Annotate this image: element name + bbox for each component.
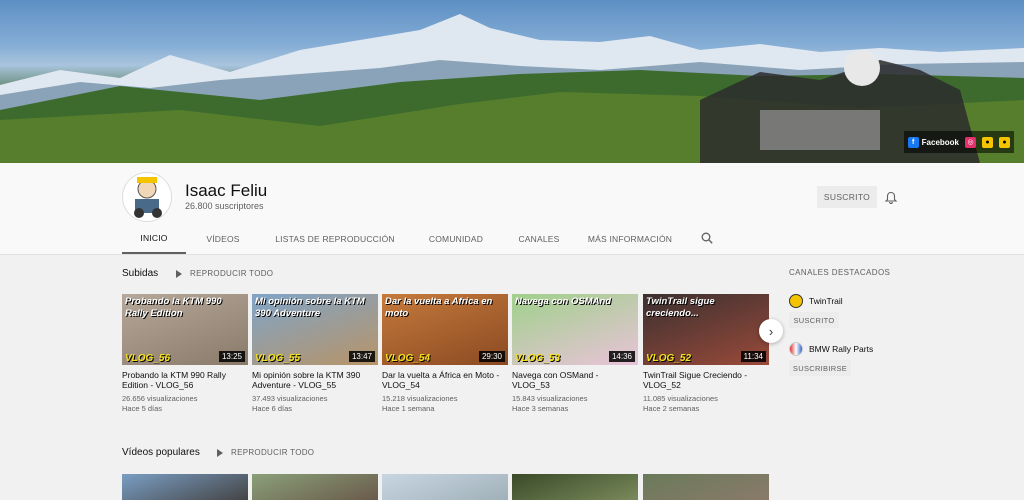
video-meta: 26.656 visualizaciones Hace 5 días — [122, 394, 248, 414]
uploads-shelf-title: Subidas — [122, 268, 159, 279]
chevron-right-icon: › — [768, 323, 774, 339]
play-icon — [176, 269, 182, 278]
thumbnail-vlog-label: VLOG_52 — [646, 353, 692, 364]
video-card[interactable]: Probando la KTM 990 Rally Edition VLOG_56… — [122, 294, 248, 414]
video-age: Hace 1 semana — [382, 404, 435, 413]
video-duration: 11:34 — [740, 351, 766, 362]
next-arrow-button[interactable]: › — [759, 319, 783, 343]
video-views: 11.085 visualizaciones — [643, 394, 718, 403]
featured-channel-name: BMW Rally Parts — [809, 344, 874, 354]
channel-tabs: INICIO VÍDEOS LISTAS DE REPRODUCCIÓN COM… — [122, 223, 678, 254]
bmw-rally-parts-subscribe-button[interactable]: SUSCRIBIRSE — [789, 360, 851, 376]
thumbnail-caption: Mi opinión sobre la KTM 390 Adventure — [255, 296, 365, 319]
popular-video-thumbnail[interactable] — [643, 474, 769, 500]
facebook-label: Facebook — [921, 137, 959, 147]
video-duration: 29:30 — [478, 351, 505, 362]
thumbnail-caption: Dar la vuelta a Africa en moto — [385, 296, 493, 319]
video-age: Hace 6 días — [252, 404, 293, 413]
thumbnail-caption: Probando la KTM 990 Rally Edition — [125, 296, 222, 319]
video-title[interactable]: Navega con OSMand - VLOG_53 — [512, 370, 638, 390]
channel-banner: f Facebook ◎ ● ● — [0, 0, 1024, 163]
tab-videos[interactable]: VÍDEOS — [189, 223, 257, 254]
popular-video-thumbnail[interactable] — [382, 474, 508, 500]
play-all-label: REPRODUCIR TODO — [190, 269, 274, 278]
video-thumbnail[interactable]: Probando la KTM 990 Rally Edition VLOG_56… — [122, 294, 248, 365]
popular-shelf-title: Vídeos populares — [122, 447, 200, 458]
video-thumbnail[interactable]: TwinTrail sigue creciendo... VLOG_52 11:34 — [643, 294, 769, 365]
avatar[interactable] — [122, 172, 172, 222]
facebook-icon: f — [907, 136, 919, 148]
tab-about[interactable]: MÁS INFORMACIÓN — [582, 223, 678, 254]
video-title[interactable]: Mi opinión sobre la KTM 390 Adventure - … — [252, 370, 378, 390]
social-links: f Facebook ◎ ● ● — [903, 131, 1014, 153]
video-card[interactable]: Mi opinión sobre la KTM 390 Adventure VLO… — [252, 294, 378, 414]
video-age: Hace 3 semanas — [512, 404, 569, 413]
instagram-icon[interactable]: ◎ — [965, 136, 976, 148]
channel-name: Isaac Feliu — [185, 181, 268, 200]
video-duration: 13:47 — [348, 351, 375, 362]
thumbnail-vlog-label: VLOG_55 — [255, 353, 301, 364]
video-meta: 37.493 visualizaciones Hace 6 días — [252, 394, 378, 414]
thumbnail-vlog-label: VLOG_53 — [515, 353, 561, 364]
subscriber-count: 26.800 suscriptores — [185, 201, 264, 211]
featured-channel-bmw-rally-parts[interactable]: BMW Rally Parts — [789, 342, 873, 356]
uploads-play-all[interactable]: REPRODUCIR TODO — [176, 269, 273, 278]
channel-header: Isaac Feliu 26.800 suscriptores SUSCRITO… — [0, 163, 1024, 255]
featured-channel-twintrail[interactable]: TwinTrail — [789, 294, 843, 308]
video-duration: 14:36 — [608, 351, 635, 362]
twintrail-icon-2[interactable]: ● — [999, 136, 1010, 148]
video-meta: 15.843 visualizaciones Hace 3 semanas — [512, 394, 638, 414]
bmw-rally-parts-avatar-icon — [789, 342, 803, 356]
video-title[interactable]: TwinTrail Sigue Creciendo - VLOG_52 — [643, 370, 769, 390]
tab-playlists[interactable]: LISTAS DE REPRODUCCIÓN — [262, 223, 408, 254]
video-thumbnail[interactable]: Mi opinión sobre la KTM 390 Adventure VLO… — [252, 294, 378, 365]
tab-channels[interactable]: CANALES — [500, 223, 578, 254]
subscribed-button[interactable]: SUSCRITO — [817, 186, 877, 208]
tab-community[interactable]: COMUNIDAD — [413, 223, 499, 254]
popular-video-thumbnail[interactable] — [252, 474, 378, 500]
video-views: 37.493 visualizaciones — [252, 394, 328, 403]
play-all-label: REPRODUCIR TODO — [231, 448, 315, 457]
bell-icon[interactable] — [884, 191, 898, 205]
popular-video-thumbnail[interactable] — [512, 474, 638, 500]
video-meta: 11.085 visualizaciones Hace 2 semanas — [643, 394, 769, 414]
video-thumbnail[interactable]: Navega con OSMAnd VLOG_53 14:36 — [512, 294, 638, 365]
video-views: 15.843 visualizaciones — [512, 394, 588, 403]
video-views: 15.218 visualizaciones — [382, 394, 458, 403]
thumbnail-vlog-label: VLOG_56 — [125, 353, 171, 364]
twintrail-subscribed-button[interactable]: SUSCRITO — [789, 312, 839, 328]
facebook-link[interactable]: f Facebook — [907, 136, 959, 148]
video-duration: 13:25 — [218, 351, 245, 362]
play-icon — [217, 448, 223, 457]
popular-play-all[interactable]: REPRODUCIR TODO — [217, 448, 314, 457]
twintrail-icon[interactable]: ● — [982, 136, 993, 148]
banner-landscape — [0, 14, 1024, 163]
twintrail-avatar-icon — [789, 294, 803, 308]
video-age: Hace 5 días — [122, 404, 163, 413]
video-card[interactable]: TwinTrail sigue creciendo... VLOG_52 11:34… — [643, 294, 769, 414]
video-title[interactable]: Probando la KTM 990 Rally Edition - VLOG… — [122, 370, 248, 390]
video-meta: 15.218 visualizaciones Hace 1 semana — [382, 394, 508, 414]
video-card[interactable]: Navega con OSMAnd VLOG_53 14:36 Navega con … — [512, 294, 638, 414]
video-age: Hace 2 semanas — [643, 404, 700, 413]
tab-inicio[interactable]: INICIO — [122, 223, 186, 254]
video-thumbnail[interactable]: Dar la vuelta a Africa en moto VLOG_54 29:… — [382, 294, 508, 365]
thumbnail-caption: TwinTrail sigue creciendo... — [646, 296, 715, 319]
popular-video-thumbnail[interactable] — [122, 474, 248, 500]
featured-channel-name: TwinTrail — [809, 296, 843, 306]
channel-home-content: Subidas REPRODUCIR TODO Probando la KTM … — [0, 255, 1024, 500]
thumbnail-caption: Navega con OSMAnd — [515, 296, 612, 307]
thumbnail-vlog-label: VLOG_54 — [385, 353, 431, 364]
search-icon[interactable] — [701, 232, 713, 244]
video-views: 26.656 visualizaciones — [122, 394, 198, 403]
video-title[interactable]: Dar la vuelta a África en Moto - VLOG_54 — [382, 370, 508, 390]
video-card[interactable]: Dar la vuelta a Africa en moto VLOG_54 29:… — [382, 294, 508, 414]
featured-channels-title: CANALES DESTACADOS — [789, 268, 891, 277]
